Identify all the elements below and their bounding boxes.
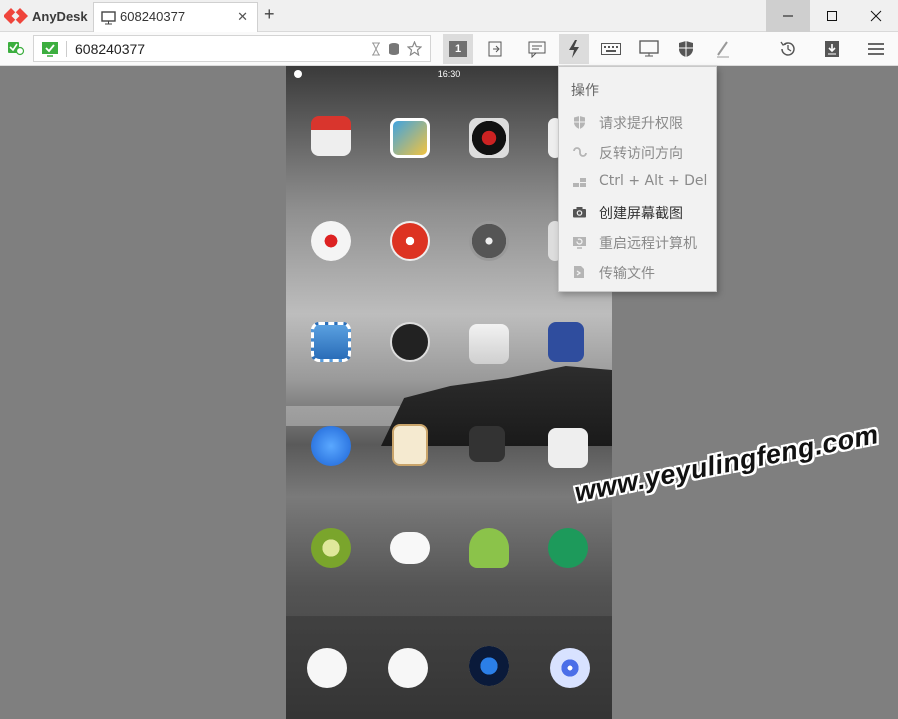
toolbar: 608240377 1: [0, 32, 898, 66]
close-icon: [870, 10, 882, 22]
minimize-icon: [783, 15, 793, 17]
app-store-icon[interactable]: [311, 116, 351, 156]
app-brand: AnyDesk: [32, 9, 88, 24]
file-manager-icon[interactable]: [548, 428, 588, 468]
settings-gear-icon[interactable]: [469, 221, 509, 261]
security-icon[interactable]: [311, 528, 351, 568]
camera-app-icon[interactable]: [469, 646, 509, 686]
enter-arrow-icon: [488, 41, 502, 57]
display-button[interactable]: [634, 34, 664, 64]
menu-item-label: Ctrl + Alt + Del: [599, 173, 708, 189]
menu-item-label: 创建屏幕截图: [599, 206, 683, 222]
watermark: www.yeyulingfeng.com: [572, 419, 882, 508]
anydesk-logo-icon: [4, 8, 28, 24]
chat-icon: [528, 41, 546, 58]
address-actions: [371, 41, 422, 56]
restart-icon: [571, 234, 587, 250]
switch-sides-button[interactable]: [480, 34, 510, 64]
weather-icon[interactable]: [469, 324, 509, 364]
cloud-icon[interactable]: [390, 532, 430, 564]
monitor-select-button[interactable]: 1: [443, 34, 473, 64]
scanner-icon[interactable]: [469, 426, 505, 462]
alarm-icon[interactable]: [390, 221, 430, 261]
menu-item-label: 请求提升权限: [599, 116, 683, 132]
dock: [286, 616, 612, 719]
chat-button[interactable]: [522, 34, 552, 64]
explore-icon[interactable]: [550, 648, 590, 688]
notebook-icon[interactable]: [548, 322, 584, 362]
switch-arrows-icon: [571, 144, 587, 160]
actions-button[interactable]: [559, 34, 589, 64]
tab-label: 608240377: [120, 9, 186, 24]
menu-item-label: 传输文件: [599, 266, 655, 282]
address-bar[interactable]: 608240377: [33, 35, 431, 62]
address-value: 608240377: [75, 41, 146, 57]
menu-title: 操作: [571, 83, 599, 99]
tab-close-button[interactable]: ✕: [237, 9, 248, 25]
hourglass-icon[interactable]: [371, 42, 381, 56]
menu-item-restart-remote[interactable]: 重启远程计算机: [559, 227, 716, 257]
maximize-button[interactable]: [810, 0, 854, 32]
display-icon: [639, 40, 659, 57]
music-icon[interactable]: [469, 118, 509, 158]
menu-item-label: 重启远程计算机: [599, 236, 697, 252]
menu-item-screenshot[interactable]: 创建屏幕截图: [559, 197, 716, 227]
ctrl-alt-del-icon: [571, 174, 587, 190]
title-bar: AnyDesk 608240377 ✕ +: [0, 0, 898, 32]
camera-icon: [571, 204, 587, 220]
minimize-button[interactable]: [766, 0, 810, 32]
main-menu-button[interactable]: [861, 34, 891, 64]
menu-item-file-transfer[interactable]: 传输文件: [559, 257, 716, 287]
android-icon[interactable]: [469, 528, 509, 568]
shield-icon: [679, 41, 693, 57]
pen-icon: [717, 41, 729, 58]
history-button[interactable]: [773, 34, 803, 64]
install-button[interactable]: [817, 34, 847, 64]
menu-item-label: 反转访问方向: [599, 146, 683, 162]
whiteboard-button[interactable]: [708, 34, 738, 64]
new-tab-button[interactable]: +: [264, 4, 275, 25]
session-tab[interactable]: 608240377 ✕: [93, 2, 258, 32]
download-icon: [825, 41, 839, 57]
database-icon[interactable]: [388, 42, 400, 56]
menu-item-switch-sides[interactable]: 反转访问方向: [559, 137, 716, 167]
address-divider: [66, 41, 67, 57]
keyboard-icon: [601, 43, 621, 55]
hamburger-menu-icon: [868, 43, 884, 55]
history-icon: [780, 41, 795, 56]
maximize-icon: [827, 11, 837, 21]
verified-check-icon: [42, 42, 58, 57]
recorder-icon[interactable]: [311, 221, 351, 261]
notes-icon[interactable]: [392, 424, 428, 466]
monitor-badge: 1: [449, 41, 467, 57]
permissions-button[interactable]: [671, 34, 701, 64]
rocket-app-icon[interactable]: [548, 528, 588, 568]
lightning-icon: [569, 40, 579, 58]
favorite-star-icon[interactable]: [407, 41, 422, 56]
connection-status-icon: [8, 42, 25, 56]
gallery-icon[interactable]: [390, 118, 430, 158]
shield-icon: [571, 114, 587, 130]
messages-icon[interactable]: [388, 648, 428, 688]
keyboard-button[interactable]: [596, 34, 626, 64]
phone-call-icon[interactable]: [307, 648, 347, 688]
menu-item-ctrl-alt-del[interactable]: Ctrl + Alt + Del: [559, 167, 716, 197]
browser-umbrella-icon[interactable]: [311, 426, 351, 466]
actions-menu: 操作 请求提升权限 反转访问方向 Ctrl + Alt + Del 创建屏幕截图…: [558, 66, 717, 292]
clock-icon[interactable]: [390, 322, 430, 362]
mail-stamp-icon[interactable]: [311, 322, 351, 362]
file-transfer-icon: [571, 264, 587, 280]
close-button[interactable]: [854, 0, 898, 32]
menu-item-request-elevation[interactable]: 请求提升权限: [559, 107, 716, 137]
monitor-icon: [101, 11, 116, 25]
